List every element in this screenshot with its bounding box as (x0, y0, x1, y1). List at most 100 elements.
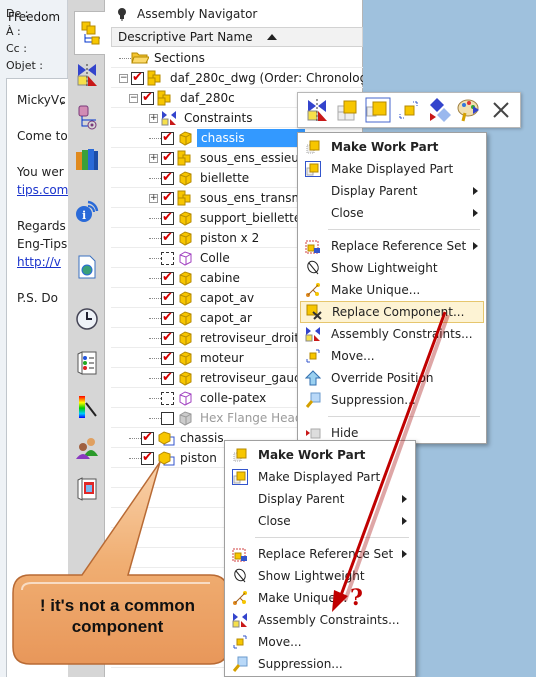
tree-node[interactable]: + sous_ens_transmi (149, 188, 310, 208)
menu-item-assembly-constraints[interactable]: Assembly Constraints... (300, 323, 484, 345)
tree-node-label[interactable]: colle-patex (197, 390, 269, 406)
tree-node[interactable]: chassis (149, 128, 305, 148)
visibility-checkbox[interactable] (161, 190, 174, 205)
visibility-checkbox[interactable] (161, 330, 174, 345)
menu-item-show-lightweight[interactable]: Show Lightweight (300, 257, 484, 279)
visibility-checkbox[interactable] (161, 411, 174, 425)
tree-node-label[interactable]: piston x 2 (197, 230, 262, 246)
tree-node-label[interactable]: chassis (177, 430, 227, 446)
tree-node-label[interactable]: cabine (197, 270, 243, 286)
menu-item-replace-component[interactable]: Replace Component... (300, 301, 484, 323)
tree-node[interactable]: capot_ar (149, 308, 255, 328)
tree-node-label[interactable]: capot_ar (197, 310, 255, 326)
submenu-item-freedom[interactable]: Freedom (8, 10, 60, 24)
tree-node-label[interactable]: Colle (197, 250, 233, 266)
history-tab[interactable] (72, 302, 102, 336)
menu-item-suppression[interactable]: Suppression... (300, 389, 484, 411)
tree-node-label[interactable]: retroviseur_gauch (197, 370, 311, 386)
expand-toggle[interactable]: + (149, 153, 158, 163)
mini-edit-display-button[interactable] (457, 97, 483, 123)
tree-node[interactable]: moteur (149, 348, 247, 368)
tree-node-label[interactable]: chassis (197, 129, 305, 147)
menu-item-display-parent[interactable]: Display Parent (227, 488, 413, 510)
email-link[interactable]: http://v (17, 255, 61, 269)
hd3d-tools-tab[interactable]: i (72, 194, 102, 228)
menu-item-close[interactable]: Close (300, 202, 484, 224)
tree-node[interactable]: Sections (119, 48, 208, 68)
tree-node[interactable]: − daf_280c_dwg (Order: Chronological) (119, 68, 363, 88)
tree-node-label[interactable]: moteur (197, 350, 247, 366)
menu-item-close[interactable]: Close (227, 510, 413, 532)
collapse-toggle[interactable]: − (129, 93, 138, 103)
visibility-checkbox[interactable] (161, 290, 174, 305)
mini-replace-reference-set-button[interactable] (427, 97, 453, 123)
assembly-navigator-tab[interactable] (74, 11, 106, 55)
tree-node-label[interactable]: sous_ens_transmi (197, 190, 310, 206)
visibility-checkbox[interactable] (161, 350, 174, 365)
tree-node[interactable]: Hex Flange Head (149, 408, 306, 428)
tree-node[interactable]: + sous_ens_essieu x (149, 148, 313, 168)
expand-toggle[interactable]: + (149, 193, 158, 203)
tree-node[interactable]: biellette (149, 168, 252, 188)
tree-node-label[interactable]: Constraints (181, 110, 255, 126)
tree-node-label[interactable]: retroviseur_droit (197, 330, 302, 346)
tree-node-label[interactable]: capot_av (197, 290, 257, 306)
visibility-checkbox[interactable] (161, 170, 174, 185)
menu-item-display-parent[interactable]: Display Parent (300, 180, 484, 202)
tree-node[interactable]: − daf_280c (129, 88, 238, 108)
menu-item-make-unique[interactable]: Make Unique... (300, 279, 484, 301)
visibility-checkbox[interactable] (161, 370, 174, 385)
menu-item-override-position[interactable]: Override Position (300, 367, 484, 389)
tree-node-label[interactable]: sous_ens_essieu x (197, 150, 313, 166)
tree-node[interactable]: support_biellette (149, 208, 304, 228)
menu-item-assembly-constraints[interactable]: Assembly Constraints... (227, 609, 413, 631)
mini-make-work-part-button[interactable] (335, 97, 361, 123)
menu-item-show-lightweight[interactable]: Show Lightweight (227, 565, 413, 587)
tree-node-label[interactable]: daf_280c (177, 90, 238, 106)
visibility-checkbox[interactable] (161, 150, 174, 165)
tree-node[interactable]: capot_av (149, 288, 257, 308)
pin-icon[interactable] (115, 7, 129, 21)
tree-node[interactable]: retroviseur_droit (149, 328, 302, 348)
web-browser-tab[interactable] (72, 250, 102, 284)
tree-node[interactable]: piston x 2 (149, 228, 262, 248)
menu-item-move[interactable]: Move... (227, 631, 413, 653)
visibility-checkbox[interactable] (141, 90, 154, 105)
reuse-library-tab[interactable] (72, 142, 102, 176)
tree-node-label[interactable]: biellette (197, 170, 252, 186)
menu-item-make-displayed-part[interactable]: Make Displayed Part (227, 466, 413, 488)
tree-node[interactable]: Colle (149, 248, 233, 268)
tree-node[interactable]: cabine (149, 268, 243, 288)
visibility-checkbox[interactable] (161, 210, 174, 225)
menu-item-make-unique[interactable]: Make Unique... (227, 587, 413, 609)
visibility-checkbox[interactable] (161, 130, 174, 145)
system-materials-tab[interactable] (72, 346, 102, 380)
part-navigator-tab[interactable] (72, 100, 102, 134)
mini-move-component-button[interactable] (396, 97, 422, 123)
tree-node[interactable]: colle-patex (149, 388, 269, 408)
tree-node[interactable]: chassis (129, 428, 227, 448)
tree-node-label[interactable]: Sections (151, 50, 208, 66)
column-header-descriptive-part-name[interactable]: Descriptive Part Name (111, 27, 363, 47)
mini-close-button[interactable] (488, 97, 514, 123)
menu-item-make-work-part[interactable]: Make Work Part (227, 444, 413, 466)
visibility-checkbox[interactable] (161, 251, 174, 265)
visibility-checkbox[interactable] (141, 430, 154, 445)
menu-item-suppression[interactable]: Suppression... (227, 653, 413, 675)
menu-item-replace-reference-set[interactable]: Replace Reference Set (227, 543, 413, 565)
visibility-checkbox[interactable] (161, 230, 174, 245)
tree-node-label[interactable]: daf_280c_dwg (Order: Chronological) (167, 70, 363, 86)
visibility-checkbox[interactable] (161, 310, 174, 325)
visibility-checkbox[interactable] (161, 270, 174, 285)
mini-assembly-constraints-button[interactable] (304, 97, 330, 123)
expand-toggle[interactable]: + (149, 113, 158, 123)
menu-item-make-work-part[interactable]: Make Work Part (300, 136, 484, 158)
visibility-checkbox[interactable] (131, 70, 144, 85)
visibility-checkbox[interactable] (161, 391, 174, 405)
menu-item-move[interactable]: Move... (300, 345, 484, 367)
menu-item-replace-reference-set[interactable]: Replace Reference Set (300, 235, 484, 257)
tree-node-label[interactable]: support_biellette (197, 210, 304, 226)
system-scenes-tab[interactable] (72, 390, 102, 424)
mini-make-displayed-part-button[interactable] (365, 97, 391, 123)
tree-node[interactable]: + Constraints (149, 108, 255, 128)
